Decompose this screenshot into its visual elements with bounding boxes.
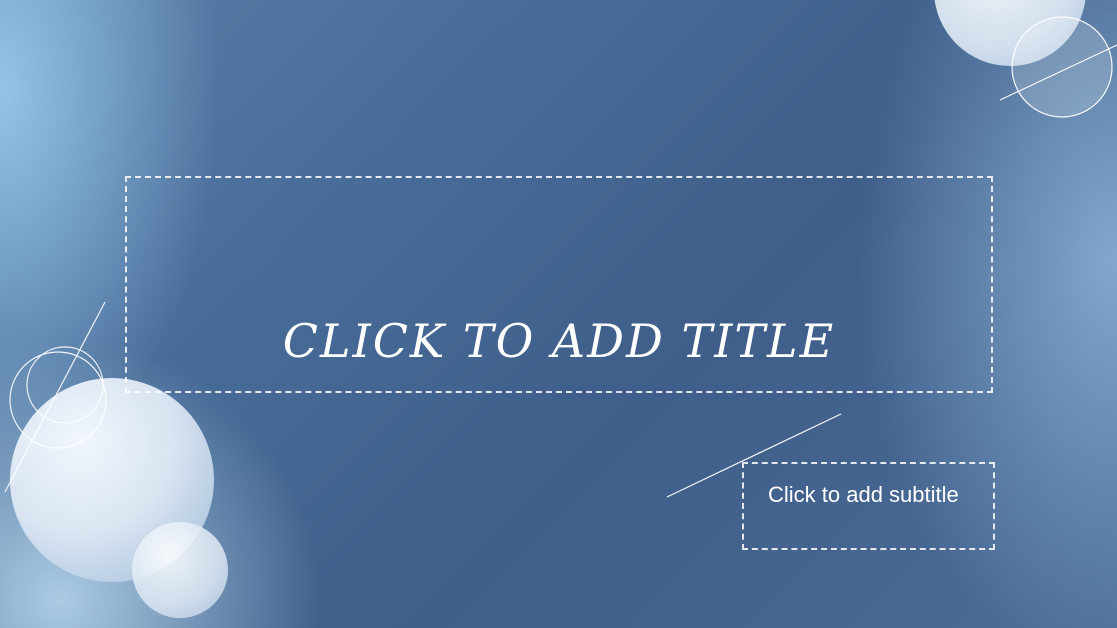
title-placeholder-text: CLICK TO ADD TITLE bbox=[282, 314, 836, 368]
title-placeholder[interactable]: CLICK TO ADD TITLE bbox=[125, 176, 993, 393]
slide-canvas: CLICK TO ADD TITLE Click to add subtitle bbox=[0, 0, 1117, 628]
small-bubble-bottom-left bbox=[132, 522, 228, 618]
subtitle-placeholder[interactable]: Click to add subtitle bbox=[742, 462, 995, 550]
outline-ring-top-right bbox=[1011, 16, 1113, 118]
subtitle-placeholder-text: Click to add subtitle bbox=[768, 482, 959, 507]
